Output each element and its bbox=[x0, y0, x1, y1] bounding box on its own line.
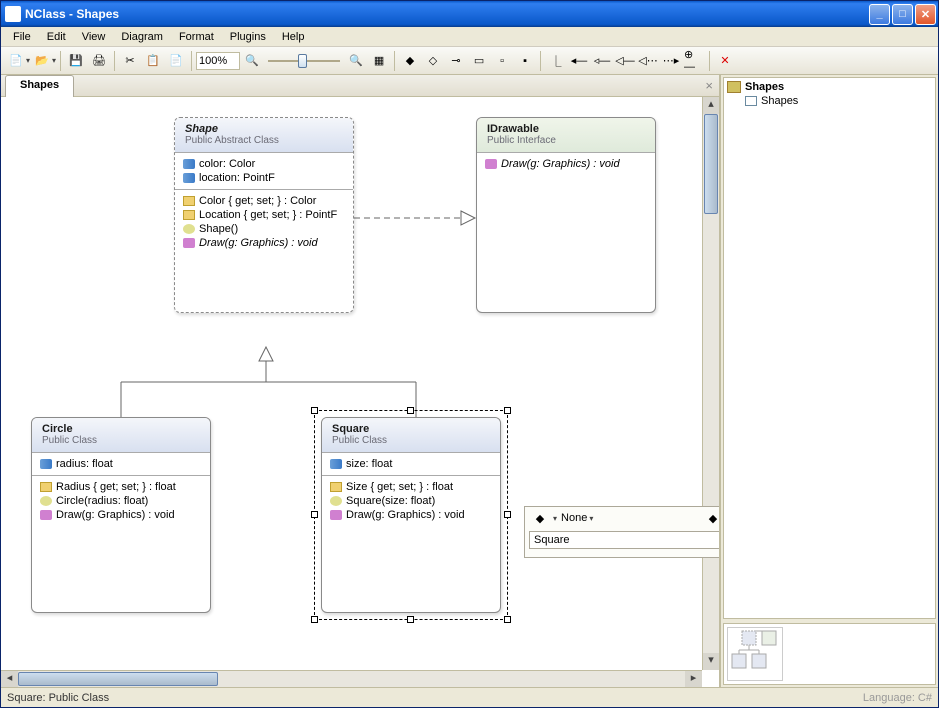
project-tree[interactable]: Shapes Shapes bbox=[723, 77, 936, 619]
access-label: None bbox=[561, 512, 587, 524]
property-icon bbox=[330, 482, 342, 492]
save-button[interactable]: 💾 bbox=[65, 50, 87, 72]
class-box-shape[interactable]: Shape Public Abstract Class color: Color… bbox=[174, 117, 354, 313]
gen-button[interactable]: ◁— bbox=[614, 50, 636, 72]
constructor-icon bbox=[330, 496, 342, 506]
property-icon bbox=[183, 210, 195, 220]
project-name: Shapes bbox=[745, 81, 784, 93]
side-panel: Shapes Shapes bbox=[720, 75, 938, 687]
horizontal-scrollbar[interactable]: ◂▸ bbox=[1, 670, 702, 687]
menu-help[interactable]: Help bbox=[274, 29, 313, 45]
new-struct-button[interactable]: ◇ bbox=[422, 50, 444, 72]
close-button[interactable]: ✕ bbox=[915, 4, 936, 25]
tab-shapes[interactable]: Shapes bbox=[5, 75, 74, 97]
status-language: Language: C# bbox=[863, 692, 932, 704]
copy-button[interactable]: 📋 bbox=[142, 50, 164, 72]
project-icon bbox=[727, 81, 741, 93]
zoom-input[interactable]: 100% bbox=[196, 52, 240, 70]
titlebar[interactable]: NClass - Shapes _ □ ✕ bbox=[1, 1, 938, 27]
maximize-button[interactable]: □ bbox=[892, 4, 913, 25]
zoom-in-button[interactable]: 🔍 bbox=[345, 50, 367, 72]
member-name-input[interactable] bbox=[529, 531, 719, 549]
class-name: Shape bbox=[185, 123, 343, 135]
tab-close-icon[interactable]: × bbox=[705, 78, 713, 93]
field-icon bbox=[183, 159, 195, 169]
window-title: NClass - Shapes bbox=[25, 7, 867, 21]
menu-plugins[interactable]: Plugins bbox=[222, 29, 274, 45]
field-icon bbox=[40, 459, 52, 469]
method-icon bbox=[40, 510, 52, 520]
interface-stereotype: Public Interface bbox=[487, 135, 645, 146]
aggreg-button[interactable]: ◃— bbox=[591, 50, 613, 72]
toolbar: 📄▾ 📂▾ 💾 🖨 ✂ 📋 📄 100% 🔍 🔍 ▦ ◆ ◇ ⊸ ▭ ▫ ▪ ⎿… bbox=[1, 47, 938, 75]
diagram-name: Shapes bbox=[761, 95, 798, 107]
interface-name: IDrawable bbox=[487, 123, 645, 135]
method-icon bbox=[183, 238, 195, 248]
nest-button[interactable]: ⊕— bbox=[683, 50, 705, 72]
depend-button[interactable]: ⋯▸ bbox=[660, 50, 682, 72]
menu-diagram[interactable]: Diagram bbox=[113, 29, 171, 45]
paste-button[interactable]: 📄 bbox=[165, 50, 187, 72]
minimize-button[interactable]: _ bbox=[869, 4, 890, 25]
new-delegate-button[interactable]: ▫ bbox=[491, 50, 513, 72]
class-box-square[interactable]: Square Public Class size: float Size { g… bbox=[321, 417, 501, 613]
class-stereotype: Public Abstract Class bbox=[185, 135, 343, 146]
zoom-slider[interactable] bbox=[268, 60, 340, 62]
method-icon bbox=[330, 510, 342, 520]
interface-box-idrawable[interactable]: IDrawable Public Interface Draw(g: Graph… bbox=[476, 117, 656, 313]
field-icon bbox=[330, 459, 342, 469]
compose-button[interactable]: ◂— bbox=[568, 50, 590, 72]
new-interface-button[interactable]: ⊸ bbox=[445, 50, 467, 72]
menubar: File Edit View Diagram Format Plugins He… bbox=[1, 27, 938, 47]
status-left: Square: Public Class bbox=[7, 692, 109, 704]
class-name: Square bbox=[332, 423, 490, 435]
class-name: Circle bbox=[42, 423, 200, 435]
access-button[interactable]: ◆ bbox=[529, 507, 551, 529]
field-icon bbox=[183, 173, 195, 183]
member-editor-toolbar[interactable]: ◆▾ None▾ ◆▾ ◇ ▫ ◆ ▫ A↓ bbox=[524, 506, 719, 558]
tabstrip: Shapes × bbox=[1, 75, 719, 97]
class-box-circle[interactable]: Circle Public Class radius: float Radius… bbox=[31, 417, 211, 613]
cut-button[interactable]: ✂ bbox=[119, 50, 141, 72]
print-button[interactable]: 🖨 bbox=[88, 50, 110, 72]
class-stereotype: Public Class bbox=[332, 435, 490, 446]
constructor-icon bbox=[183, 224, 195, 234]
new-button[interactable]: 📄 bbox=[5, 50, 27, 72]
menu-view[interactable]: View bbox=[74, 29, 114, 45]
delete-button[interactable]: ✕ bbox=[714, 50, 736, 72]
assoc-button[interactable]: ⎿ bbox=[545, 50, 567, 72]
zoom-out-button[interactable]: 🔍 bbox=[241, 50, 263, 72]
realize-button[interactable]: ◁⋯ bbox=[637, 50, 659, 72]
statusbar: Square: Public Class Language: C# bbox=[1, 687, 938, 707]
menu-format[interactable]: Format bbox=[171, 29, 222, 45]
app-icon bbox=[5, 6, 21, 22]
property-icon bbox=[40, 482, 52, 492]
diagram-icon bbox=[745, 96, 757, 106]
add-field-button[interactable]: ◆ bbox=[702, 507, 719, 529]
zoom-fit-button[interactable]: ▦ bbox=[368, 50, 390, 72]
new-enum-button[interactable]: ▭ bbox=[468, 50, 490, 72]
tree-project-row[interactable]: Shapes bbox=[726, 80, 933, 94]
menu-file[interactable]: File bbox=[5, 29, 39, 45]
new-comment-button[interactable]: ▪ bbox=[514, 50, 536, 72]
tree-diagram-row[interactable]: Shapes bbox=[726, 94, 933, 108]
new-class-button[interactable]: ◆ bbox=[399, 50, 421, 72]
class-stereotype: Public Class bbox=[42, 435, 200, 446]
property-icon bbox=[183, 196, 195, 206]
minimap[interactable] bbox=[723, 623, 936, 685]
vertical-scrollbar[interactable]: ▴▾ bbox=[702, 97, 719, 670]
open-button[interactable]: 📂 bbox=[31, 50, 53, 72]
diagram-canvas[interactable]: Shape Public Abstract Class color: Color… bbox=[1, 97, 702, 670]
menu-edit[interactable]: Edit bbox=[39, 29, 74, 45]
method-icon bbox=[485, 159, 497, 169]
constructor-icon bbox=[40, 496, 52, 506]
